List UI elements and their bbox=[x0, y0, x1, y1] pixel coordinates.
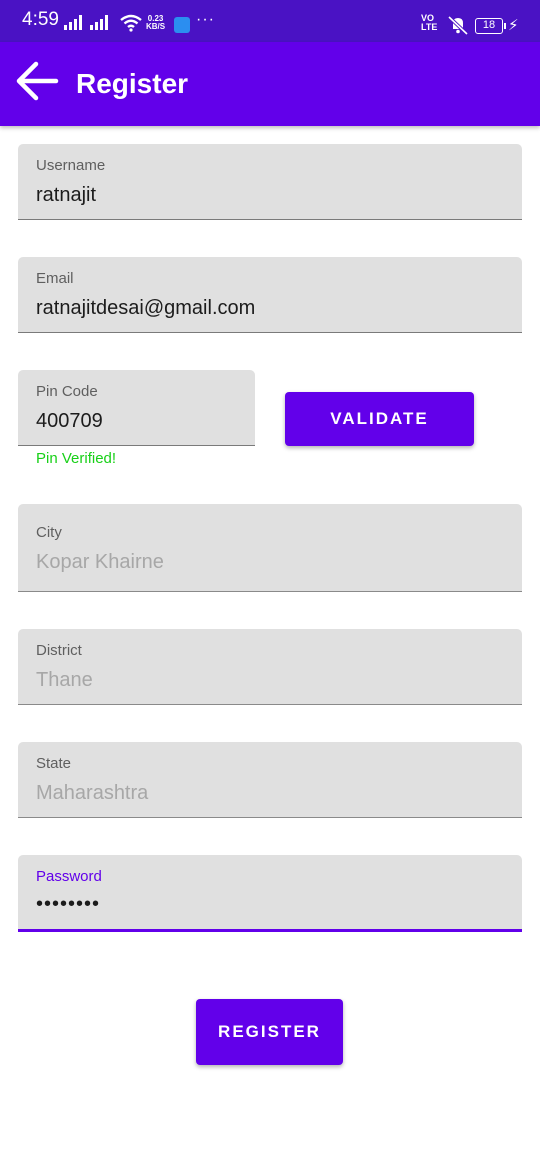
city-value: Kopar Khairne bbox=[36, 551, 164, 573]
pin-code-value: 400709 bbox=[36, 410, 103, 432]
status-bar: 4:59 0.23 KB/S ··· VO LTE 18 ⚡ bbox=[0, 0, 540, 42]
username-label: Username bbox=[36, 157, 106, 174]
password-label: Password bbox=[36, 868, 102, 885]
username-value: ratnajit bbox=[36, 184, 97, 206]
district-label: District bbox=[36, 642, 82, 659]
wifi-icon bbox=[120, 14, 142, 32]
charging-icon: ⚡ bbox=[508, 17, 519, 34]
more-notifications-icon: ··· bbox=[196, 11, 215, 28]
back-button[interactable] bbox=[12, 56, 62, 106]
battery-icon: 18 bbox=[475, 18, 506, 34]
status-time: 4:59 bbox=[22, 9, 59, 30]
network-speed: 0.23 KB/S bbox=[146, 14, 166, 31]
back-arrow-icon bbox=[16, 61, 59, 101]
pin-verified-message: Pin Verified! bbox=[36, 450, 117, 467]
password-field[interactable]: Password •••••••• bbox=[18, 855, 522, 932]
district-value: Thane bbox=[36, 669, 93, 691]
volte-indicator: VO LTE bbox=[421, 13, 438, 32]
pin-code-label: Pin Code bbox=[36, 383, 98, 400]
username-field[interactable]: Username ratnajit bbox=[18, 144, 522, 220]
state-value: Maharashtra bbox=[36, 782, 149, 804]
city-label: City bbox=[36, 524, 62, 541]
state-field: State Maharashtra bbox=[18, 742, 522, 818]
email-label: Email bbox=[36, 270, 74, 287]
state-label: State bbox=[36, 755, 72, 772]
pin-code-field[interactable]: Pin Code 400709 bbox=[18, 370, 255, 446]
email-field[interactable]: Email ratnajitdesai@gmail.com bbox=[18, 257, 522, 333]
register-button[interactable]: REGISTER bbox=[196, 999, 343, 1065]
email-value: ratnajitdesai@gmail.com bbox=[36, 297, 256, 319]
app-bar: Register bbox=[0, 42, 540, 126]
mute-icon bbox=[447, 15, 469, 35]
validate-button[interactable]: VALIDATE bbox=[285, 392, 474, 446]
city-field: City Kopar Khairne bbox=[18, 504, 522, 592]
signal-icon bbox=[64, 14, 82, 30]
app-notification-icon bbox=[174, 17, 190, 33]
signal-icon bbox=[90, 14, 108, 30]
page-title: Register bbox=[76, 68, 189, 99]
district-field: District Thane bbox=[18, 629, 522, 705]
password-value: •••••••• bbox=[36, 893, 101, 915]
